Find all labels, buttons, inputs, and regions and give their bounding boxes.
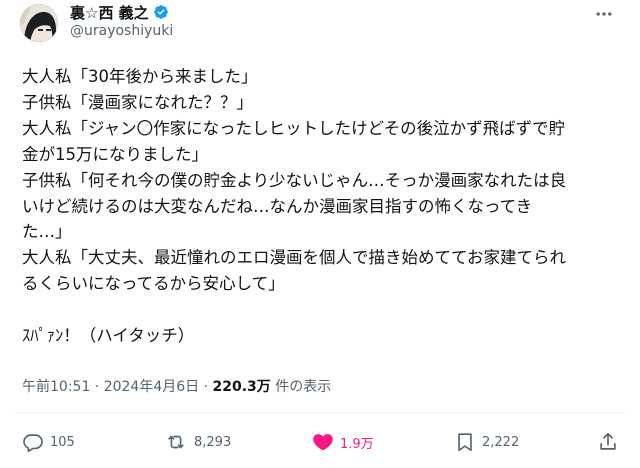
verified-badge-icon — [153, 4, 169, 20]
action-bar: 105 8,293 1.9万 2,222 — [0, 428, 640, 456]
reply-icon — [23, 434, 43, 452]
tweet-text-line: 大人私「大丈夫、最近憧れのエロ漫画を個人で描き始めててお家建てられ — [22, 248, 567, 268]
tweet-text-line: 子供私「何それ今の僕の貯金より少ないじゃん…そっか漫画家なれたは良 — [22, 170, 567, 190]
tweet-text-line: た…」 — [22, 222, 72, 242]
timestamp[interactable]: 午前10:51 · 2024年4月6日 · — [22, 379, 213, 395]
more-options-icon[interactable] — [592, 4, 616, 24]
reply-button[interactable]: 105 — [22, 428, 75, 456]
views-label: 件の表示 — [270, 379, 332, 395]
reply-count: 105 — [50, 434, 75, 450]
repost-button[interactable]: 8,293 — [164, 428, 231, 456]
tweet-text: 大人私「30年後から来ました」 子供私「漫画家になれた？？」 大人私「ジャン〇作… — [22, 64, 618, 349]
tweet-text-line: るくらいになってるから安心して」 — [22, 274, 285, 294]
share-icon — [600, 432, 616, 450]
bookmark-count: 2,222 — [482, 434, 520, 450]
bookmark-button[interactable]: 2,222 — [454, 428, 519, 456]
repost-count: 8,293 — [194, 434, 232, 450]
tweet-text-line: 金が15万になりました」 — [22, 144, 208, 164]
tweet: 裏☆西 義之 @urayoshiyuki 大人私「30年後から来ました」 子供私… — [0, 0, 640, 468]
avatar[interactable] — [20, 4, 58, 42]
display-name[interactable]: 裏☆西 義之 — [70, 2, 149, 23]
bookmark-icon — [458, 433, 472, 452]
tweet-text-line: 大人私「ジャン〇作家になったしヒットしたけどその後泣かず飛ばずで貯 — [22, 118, 566, 138]
like-count: 1.9万 — [340, 436, 374, 452]
views-count: 220.3万 — [212, 379, 271, 395]
heart-icon — [313, 434, 333, 451]
tweet-text-line: いけど続けるのは大変なんだね…なんか漫画家目指すの怖くなってき — [22, 196, 533, 216]
author-handle[interactable]: @urayoshiyuki — [70, 23, 173, 39]
avatar-image — [20, 4, 58, 42]
tweet-text-line: 大人私「30年後から来ました」 — [22, 67, 258, 86]
tweet-text-line: ｽﾊﾟｧﾝ！（ハイタッチ） — [22, 326, 195, 346]
divider — [14, 412, 626, 413]
repost-icon — [168, 435, 184, 449]
author-name-row: 裏☆西 義之 — [70, 2, 169, 22]
tweet-text-line: 子供私「漫画家になれた？？」 — [22, 92, 253, 112]
tweet-meta: 午前10:51 · 2024年4月6日 · 220.3万 件の表示 — [22, 376, 331, 396]
share-button[interactable] — [597, 428, 619, 456]
like-button[interactable]: 1.9万 — [312, 428, 374, 456]
